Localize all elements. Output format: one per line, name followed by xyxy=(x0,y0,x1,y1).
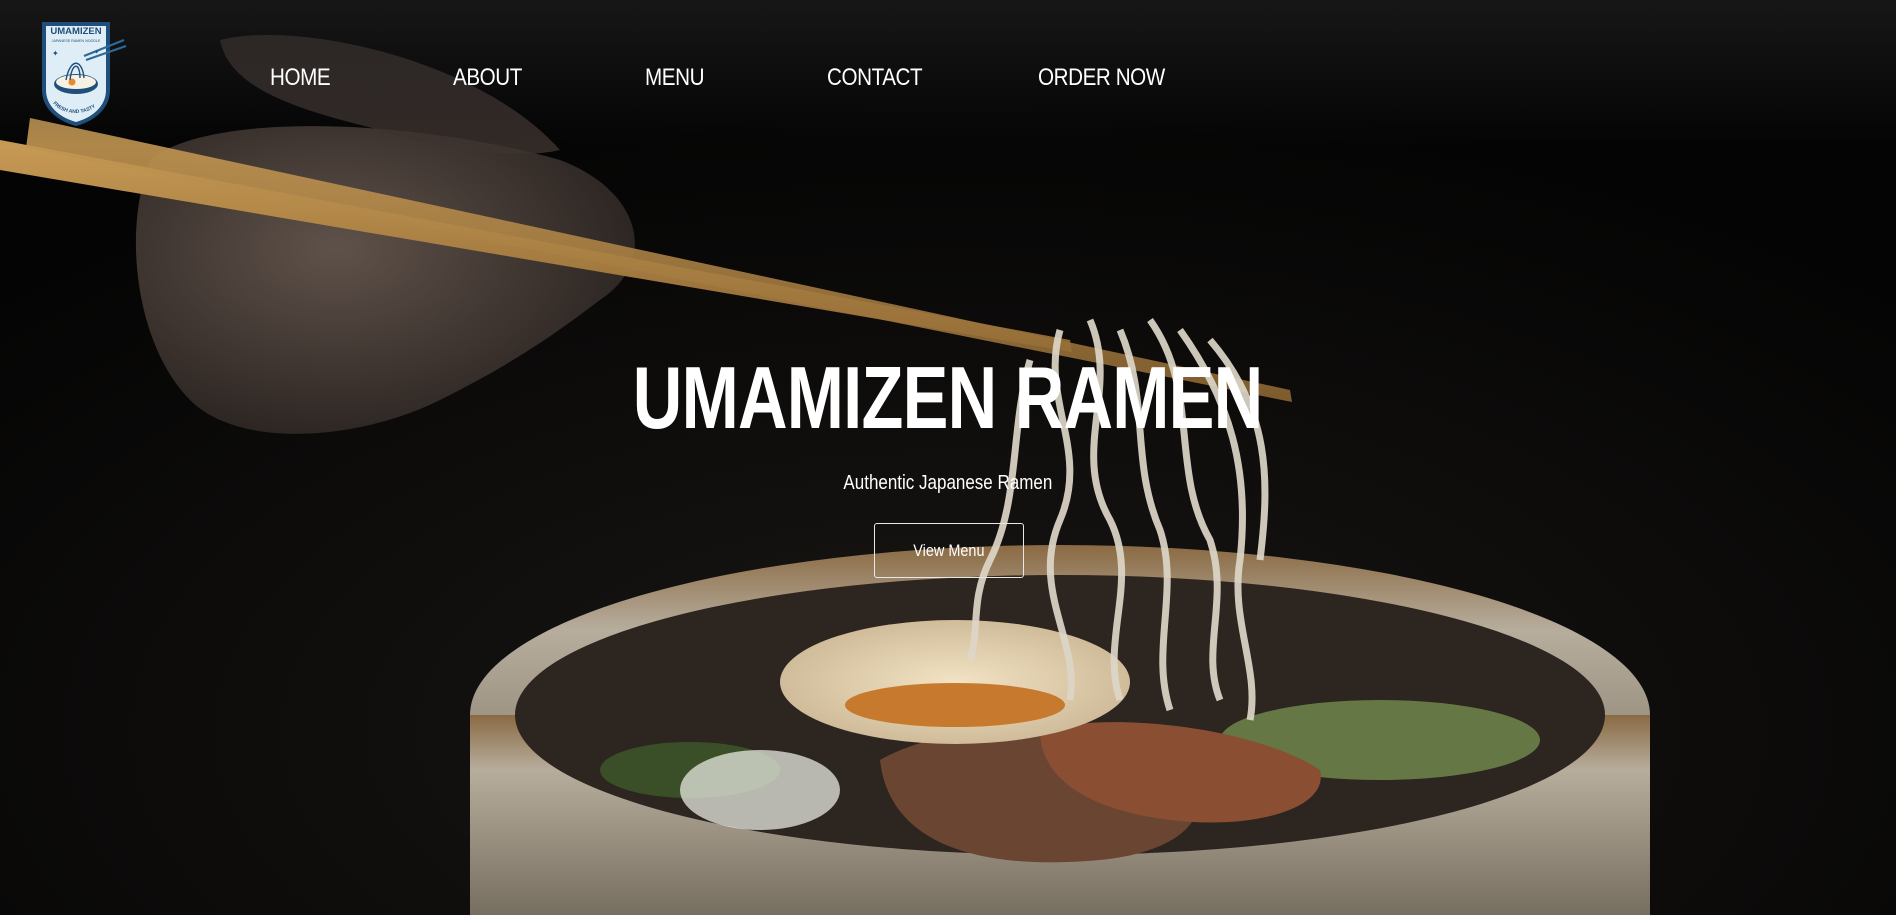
logo-brand-text: UMAMIZEN xyxy=(50,26,101,37)
nav-home-link[interactable]: HOME xyxy=(270,58,331,98)
site-header: UMAMIZEN JAPANESE RAMEN NOODLE ✦ ✦ FRESH… xyxy=(0,0,1896,150)
main-nav: HOME ABOUT MENU CONTACT ORDER NOW xyxy=(0,58,1300,98)
nav-contact-link[interactable]: CONTACT xyxy=(827,58,923,98)
hero-subtitle: Authentic Japanese Ramen xyxy=(0,468,1896,498)
hero-title: UMAMIZEN RAMEN xyxy=(0,348,1896,448)
view-menu-button-label: View Menu xyxy=(913,540,985,560)
logo-tagline-text: JAPANESE RAMEN NOODLE xyxy=(52,39,101,43)
hero-title-text: UMAMIZEN RAMEN xyxy=(633,348,1263,447)
svg-text:✦: ✦ xyxy=(94,49,99,56)
hero-section: UMAMIZEN JAPANESE RAMEN NOODLE ✦ ✦ FRESH… xyxy=(0,0,1896,915)
nav-menu-link[interactable]: MENU xyxy=(645,58,704,98)
nav-order-now-link[interactable]: ORDER NOW xyxy=(1038,58,1165,98)
hero-subtitle-text: Authentic Japanese Ramen xyxy=(843,472,1053,494)
svg-text:✦: ✦ xyxy=(52,49,59,58)
view-menu-button[interactable]: View Menu xyxy=(874,523,1024,578)
nav-about-link[interactable]: ABOUT xyxy=(453,58,522,98)
